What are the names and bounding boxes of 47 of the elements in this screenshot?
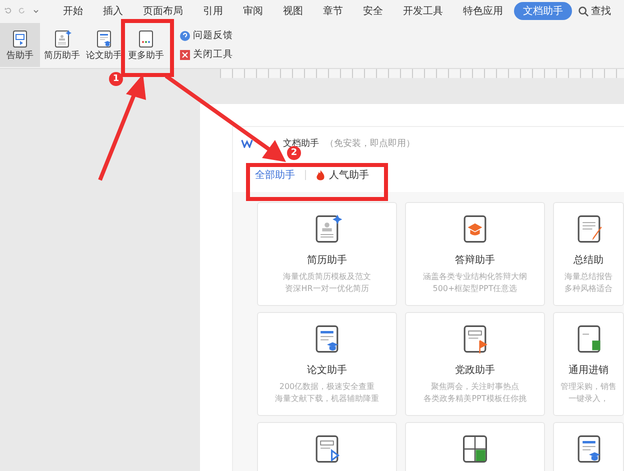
assistant-button[interactable]: 告助手 [0, 23, 40, 67]
assistant-card[interactable]: 通用进销 管理采购，销售 一键录入， [553, 312, 624, 416]
menu-tab[interactable]: 文档助手 [514, 2, 572, 20]
menu-tab[interactable]: 视图 [274, 2, 312, 20]
menu-tab[interactable]: 开发工具 [394, 2, 452, 20]
card-title: 总结助 [574, 254, 604, 267]
card-title: 通用进销 [568, 364, 608, 377]
assistant-card[interactable]: 论文助手 200亿数据，极速安全查重 海量文献下载，机器辅助降重 [257, 312, 397, 416]
card-description: 管理采购，销售 [560, 381, 616, 393]
assistant-button[interactable]: 简历助手 [42, 23, 82, 67]
panel-title: 文档助手 [283, 138, 319, 149]
feedback-link[interactable]: 问题反馈 [180, 29, 233, 42]
card-title: 答辩助手 [455, 254, 495, 267]
card-title: 简历助手 [307, 254, 347, 267]
panel-subtitle: （免安装，即点即用） [325, 138, 415, 150]
card-description: 多种风格适合 [564, 283, 612, 295]
menu-tab[interactable]: 页面布局 [134, 2, 192, 20]
card-title: 党政助手 [455, 364, 495, 377]
close-tool-link[interactable]: 关闭工具 [180, 48, 233, 61]
step-number-badge: 1 [109, 72, 123, 86]
card-description: 一键录入， [568, 393, 608, 405]
card-description: 海量总结报告 [564, 271, 612, 283]
card-description: 500+框架型PPT任意选 [432, 283, 518, 295]
menu-tab[interactable]: 引用 [194, 2, 232, 20]
panel-tab[interactable]: 人气助手 [316, 168, 369, 182]
card-description: 资深HR一对一优化简历 [285, 283, 369, 295]
assistant-button[interactable]: 论文助手 [84, 23, 124, 67]
menu-tab[interactable]: 插入 [94, 2, 132, 20]
menu-tab[interactable]: 安全 [354, 2, 392, 20]
panel-tab[interactable]: 全部助手 [255, 168, 295, 182]
card-description: 聚焦两会，关注时事热点 [431, 381, 519, 393]
menu-tab[interactable]: 开始 [54, 2, 92, 20]
menu-tab[interactable]: 特色应用 [454, 2, 512, 20]
search-button[interactable]: 查找 [578, 4, 611, 18]
card-description: 各类政务精美PPT模板任你挑 [424, 393, 526, 405]
menu-tab[interactable]: 审阅 [234, 2, 272, 20]
assistant-card[interactable]: 简历助手 海量优质简历模板及范文 资深HR一对一优化简历 [257, 202, 397, 306]
menu-tab[interactable]: 章节 [314, 2, 352, 20]
card-description: 海量文献下载，机器辅助降重 [275, 393, 379, 405]
assistant-card[interactable]: 答辩助手 涵盖各类专业结构化答辩大纲 500+框架型PPT任意选 [405, 202, 545, 306]
assistant-card[interactable]: 总结助 海量总结报告 多种风格适合 [553, 202, 624, 306]
assistant-button[interactable]: 更多助手 [126, 23, 166, 67]
card-description: 200亿数据，极速安全查重 [279, 381, 375, 393]
card-description: 海量优质简历模板及范文 [283, 271, 371, 283]
card-title: 论文助手 [307, 364, 347, 377]
card-description: 涵盖各类专业结构化答辩大纲 [423, 271, 527, 283]
assistant-card[interactable]: 党政助手 聚焦两会，关注时事热点 各类政务精美PPT模板任你挑 [405, 312, 545, 416]
